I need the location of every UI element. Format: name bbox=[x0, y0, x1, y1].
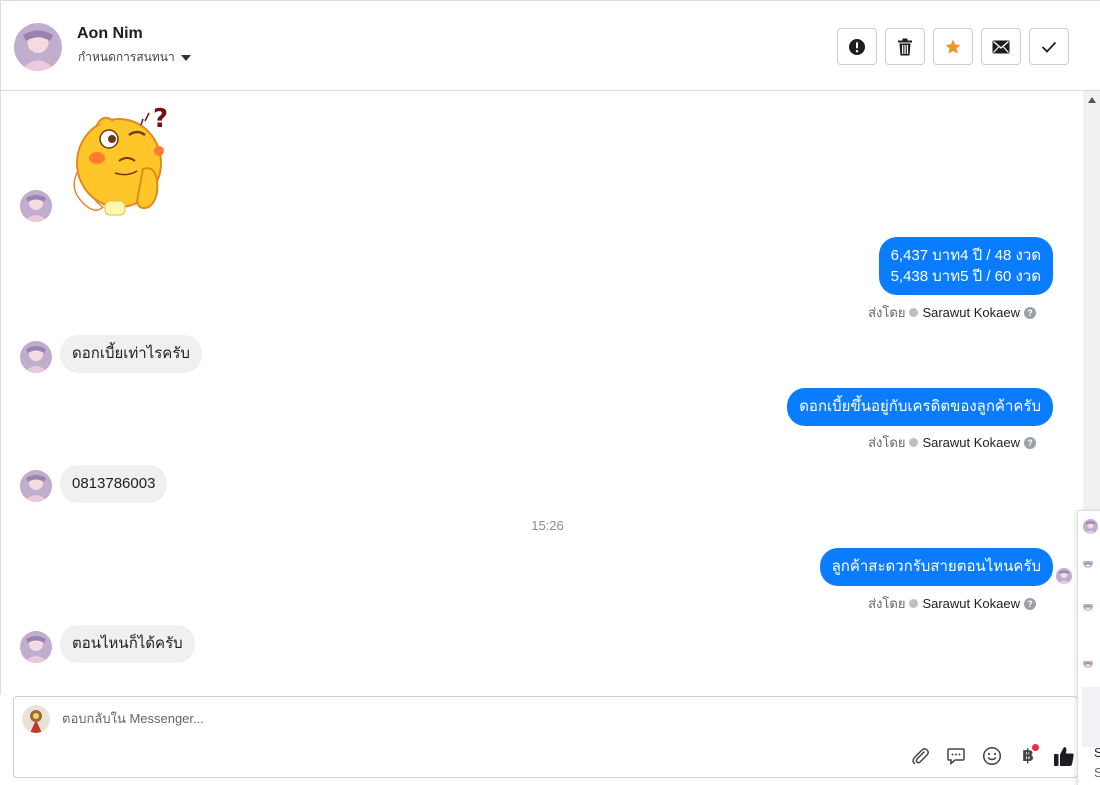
list-avatar[interactable] bbox=[1083, 558, 1093, 568]
page-avatar bbox=[22, 705, 50, 733]
contact-avatar[interactable] bbox=[20, 341, 52, 373]
thinking-chick-sticker[interactable]: ? bbox=[67, 103, 177, 219]
verified-icon bbox=[909, 438, 919, 447]
caret-down-icon bbox=[180, 55, 191, 61]
outgoing-message-bubble[interactable]: ดอกเบี้ยขึ้นอยู่กับเครดิตของลูกค้าครับ bbox=[787, 388, 1053, 426]
message-line: 6,437 บาท4 ปี / 48 งวด bbox=[890, 247, 1041, 264]
incoming-message-bubble[interactable]: 0813786003 bbox=[60, 465, 168, 503]
notification-dot bbox=[1032, 744, 1039, 751]
outgoing-message-bubble[interactable]: ลูกค้าสะดวกรับสายตอนไหนครับ bbox=[819, 548, 1053, 586]
help-icon[interactable]: ? bbox=[1024, 597, 1036, 610]
sent-by-label: ส่งโดย Sarawut Kokaew ? bbox=[868, 432, 1036, 453]
exclamation-icon bbox=[849, 38, 865, 55]
composer-toolbar: ฿ bbox=[907, 743, 1077, 769]
emoji-icon bbox=[982, 746, 1002, 766]
message-line: 5,438 บาท5 ปี / 60 งวด bbox=[890, 268, 1041, 285]
contact-avatar[interactable] bbox=[20, 470, 52, 502]
contact-avatar[interactable] bbox=[20, 631, 52, 663]
saved-replies-button[interactable] bbox=[943, 743, 969, 769]
delete-button[interactable] bbox=[885, 28, 925, 65]
list-avatar[interactable] bbox=[1083, 601, 1093, 611]
emoji-button[interactable] bbox=[979, 743, 1005, 769]
mark-done-button[interactable] bbox=[1029, 28, 1069, 65]
saved-reply-icon bbox=[947, 748, 965, 766]
contact-avatar[interactable] bbox=[14, 23, 62, 71]
assign-conversation-label: กำหนดการสนทนา bbox=[78, 50, 175, 64]
mark-spam-button[interactable] bbox=[837, 28, 877, 65]
attach-button[interactable] bbox=[907, 743, 933, 769]
conversation-toolbar bbox=[837, 28, 1069, 65]
scrollbar[interactable] bbox=[1083, 91, 1100, 511]
list-item-text: S bbox=[1094, 745, 1100, 760]
list-item-text: S bbox=[1094, 765, 1100, 780]
help-icon[interactable]: ? bbox=[1024, 436, 1036, 449]
incoming-message-bubble[interactable]: ตอนไหนก็ได้ครับ bbox=[60, 625, 195, 663]
verified-icon bbox=[909, 308, 919, 317]
incoming-message-bubble[interactable]: ดอกเบี้ยเท่าไรครับ bbox=[60, 335, 202, 373]
list-item[interactable] bbox=[1082, 687, 1100, 747]
sent-by-label: ส่งโดย Sarawut Kokaew ? bbox=[868, 593, 1036, 614]
mark-unread-button[interactable] bbox=[981, 28, 1021, 65]
sender-name[interactable]: Sarawut Kokaew bbox=[922, 305, 1020, 320]
sender-name[interactable]: Sarawut Kokaew bbox=[922, 435, 1020, 450]
like-button[interactable] bbox=[1051, 743, 1077, 769]
seen-avatar bbox=[1056, 568, 1072, 584]
contact-avatar[interactable] bbox=[20, 190, 52, 222]
outgoing-message-bubble[interactable]: 6,437 บาท4 ปี / 48 งวด 5,438 บาท5 ปี / 6… bbox=[878, 237, 1053, 295]
assign-conversation-dropdown[interactable]: กำหนดการสนทนา bbox=[78, 48, 191, 67]
trash-icon bbox=[898, 38, 912, 55]
conversation-list-panel: S S bbox=[1077, 510, 1100, 785]
checkmark-icon bbox=[1041, 41, 1057, 53]
scroll-up-arrow-icon[interactable] bbox=[1088, 97, 1096, 103]
time-separator: 15:26 bbox=[531, 518, 564, 533]
conversation-header: Aon Nim กำหนดการสนทนา bbox=[0, 0, 1100, 91]
star-button[interactable] bbox=[933, 28, 973, 65]
contact-name[interactable]: Aon Nim bbox=[77, 25, 143, 43]
svg-text:?: ? bbox=[153, 104, 168, 134]
sent-by-label: ส่งโดย Sarawut Kokaew ? bbox=[868, 302, 1036, 323]
reply-composer: ฿ bbox=[13, 696, 1078, 778]
payment-button[interactable]: ฿ bbox=[1015, 743, 1041, 769]
list-avatar[interactable] bbox=[1083, 658, 1093, 668]
sender-name[interactable]: Sarawut Kokaew bbox=[922, 596, 1020, 611]
verified-icon bbox=[909, 599, 919, 608]
list-avatar[interactable] bbox=[1083, 519, 1098, 534]
thumbs-up-icon bbox=[1054, 747, 1074, 766]
reply-input[interactable] bbox=[62, 711, 862, 726]
help-icon[interactable]: ? bbox=[1024, 306, 1036, 319]
envelope-icon bbox=[992, 40, 1010, 53]
star-icon bbox=[945, 39, 961, 54]
paperclip-icon bbox=[912, 748, 929, 765]
message-thread: ? 6,437 บาท4 ปี / 48 งวด 5,438 บาท5 ปี /… bbox=[0, 91, 1083, 695]
